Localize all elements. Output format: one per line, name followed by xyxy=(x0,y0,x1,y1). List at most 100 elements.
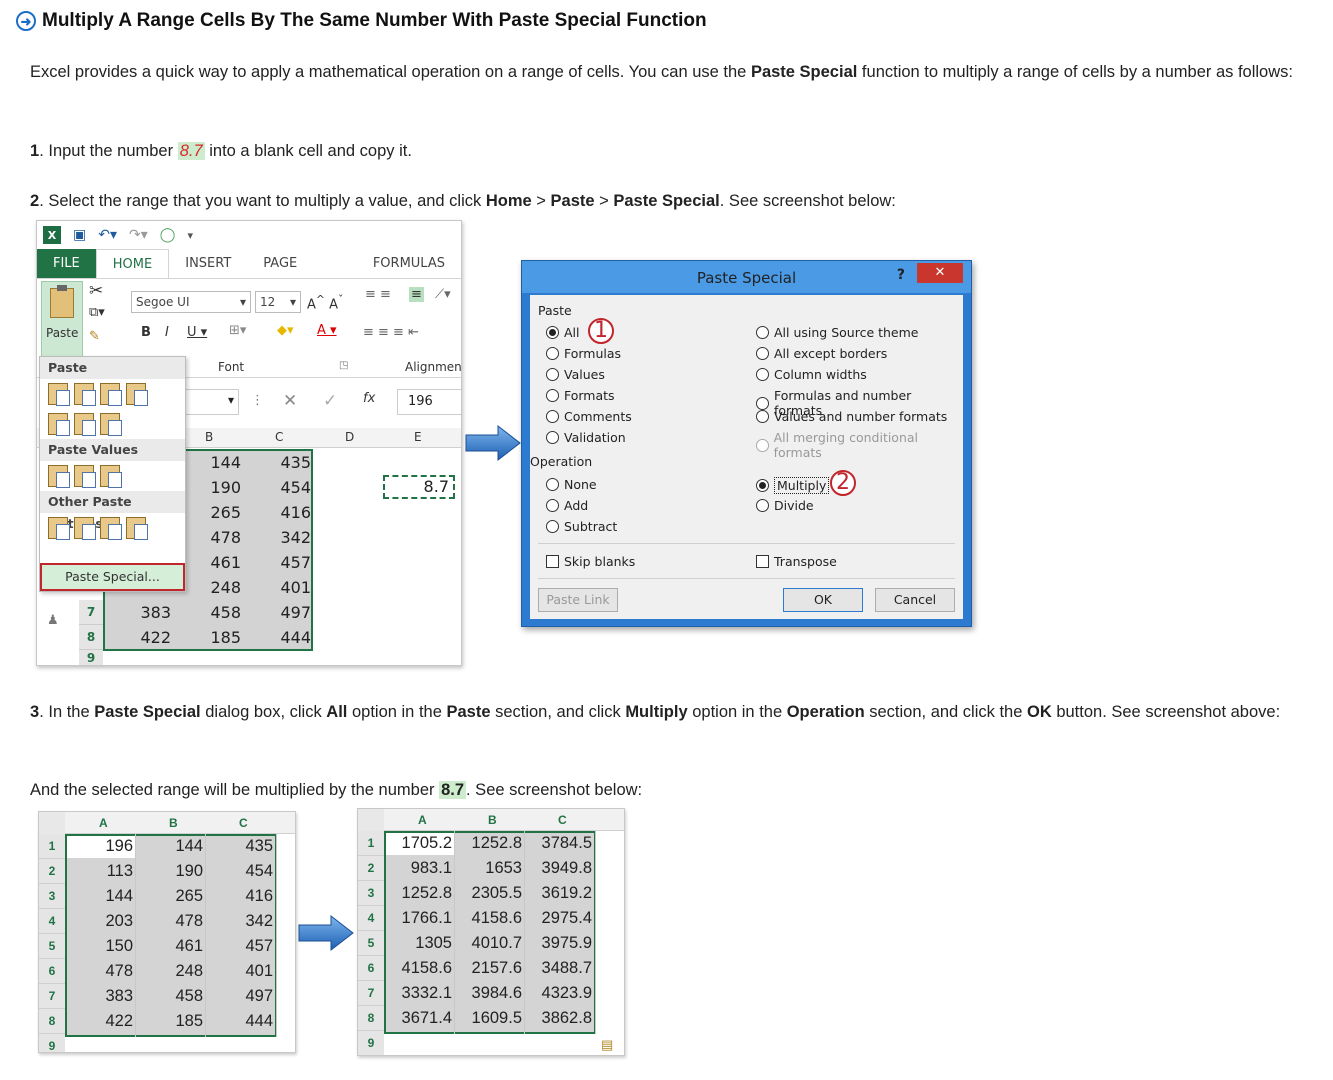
paste-link-icon[interactable] xyxy=(74,517,96,540)
close-button[interactable]: ✕ xyxy=(917,263,963,283)
tab-file[interactable]: FILE xyxy=(37,249,96,279)
cut-icon[interactable]: ✂ xyxy=(89,281,103,301)
cell[interactable]: 2305.5 xyxy=(458,884,522,903)
cell[interactable]: 3488.7 xyxy=(528,959,592,978)
cell[interactable]: 2975.4 xyxy=(528,909,592,928)
cell[interactable]: 401 xyxy=(209,962,273,981)
radio-values[interactable]: Values xyxy=(546,367,605,382)
formula-input[interactable]: 196 xyxy=(397,389,461,415)
cell[interactable]: 3862.8 xyxy=(528,1009,592,1028)
picture-icon[interactable] xyxy=(100,517,122,540)
font-name-box[interactable]: Segoe UI ▾ xyxy=(131,291,251,313)
fill-color-icon[interactable]: ◆▾ xyxy=(277,323,294,338)
cell[interactable]: 1609.5 xyxy=(458,1009,522,1028)
redo-icon[interactable]: ↷▾ xyxy=(129,227,148,243)
radio-divide[interactable]: Divide xyxy=(756,498,814,513)
cell[interactable]: 3332.1 xyxy=(388,984,452,1003)
enter-icon[interactable]: ✓ xyxy=(323,391,337,411)
cell[interactable]: 3671.4 xyxy=(388,1009,452,1028)
cell[interactable]: 458 xyxy=(139,987,203,1006)
transpose-checkbox[interactable]: Transpose xyxy=(756,554,837,569)
customize-icon[interactable]: ▾ xyxy=(187,229,193,242)
values-icon[interactable] xyxy=(48,465,70,488)
paste-options-icon[interactable]: ▤ xyxy=(601,1037,613,1053)
undo-icon[interactable]: ↶▾ xyxy=(98,227,117,243)
radio-multiply[interactable]: Multiply xyxy=(756,477,830,494)
paste-special-menu-item[interactable]: Paste Special... xyxy=(40,563,185,591)
values-number-icon[interactable] xyxy=(74,465,96,488)
radio-formulas[interactable]: Formulas xyxy=(546,346,621,361)
cell[interactable]: 144 xyxy=(69,887,133,906)
cell[interactable]: 461 xyxy=(139,937,203,956)
paste-formulas-number-icon[interactable] xyxy=(100,383,122,406)
cell[interactable]: 1252.8 xyxy=(458,834,522,853)
select-all-corner[interactable] xyxy=(39,812,65,834)
cell[interactable]: 1252.8 xyxy=(388,884,452,903)
row-number[interactable]: 8 xyxy=(79,625,103,650)
borders-icon[interactable]: ⊞▾ xyxy=(229,323,246,338)
font-color-icon[interactable]: A ▾ xyxy=(317,323,337,338)
linked-picture-icon[interactable] xyxy=(126,517,148,540)
tab-formulas[interactable]: FORMULAS xyxy=(357,249,461,279)
radio-all[interactable]: All xyxy=(546,325,580,340)
cell[interactable]: 416 xyxy=(209,887,273,906)
cell[interactable]: 248 xyxy=(139,962,203,981)
align-middle-icon[interactable]: ≡ xyxy=(409,287,424,302)
orientation-icon[interactable]: ⟋▾ xyxy=(435,287,451,302)
cell[interactable]: 3975.9 xyxy=(528,934,592,953)
find-icon[interactable]: ♟ xyxy=(47,613,59,628)
fx-icon[interactable]: fx xyxy=(363,391,375,406)
cell[interactable]: 454 xyxy=(209,862,273,881)
select-all-corner[interactable] xyxy=(358,809,384,831)
save-icon[interactable]: ▣ xyxy=(73,227,86,243)
cell[interactable]: 4323.9 xyxy=(528,984,592,1003)
cell[interactable]: 478 xyxy=(69,962,133,981)
paste-icon[interactable] xyxy=(48,383,70,406)
radio-none[interactable]: None xyxy=(546,477,597,492)
align-left-icon[interactable]: ≡ ≡ ≡ ⇤ xyxy=(363,325,419,340)
cell[interactable]: 4158.6 xyxy=(458,909,522,928)
italic-icon[interactable]: I xyxy=(165,325,169,340)
keep-source-formatting-icon[interactable] xyxy=(126,383,148,406)
transpose-icon[interactable] xyxy=(100,413,122,436)
cell[interactable]: 4158.6 xyxy=(388,959,452,978)
font-size-box[interactable]: 12 ▾ xyxy=(255,291,301,313)
cancel-icon[interactable]: ✕ xyxy=(283,391,297,411)
cell[interactable]: 4010.7 xyxy=(458,934,522,953)
no-borders-icon[interactable] xyxy=(48,413,70,436)
cell[interactable]: 342 xyxy=(209,912,273,931)
cell[interactable]: 190 xyxy=(139,862,203,881)
cell[interactable]: 383 xyxy=(69,987,133,1006)
cell[interactable]: 3619.2 xyxy=(528,884,592,903)
ok-button[interactable]: OK xyxy=(783,588,863,612)
keep-column-widths-icon[interactable] xyxy=(74,413,96,436)
underline-icon[interactable]: U ▾ xyxy=(187,325,207,340)
cell[interactable]: 3949.8 xyxy=(528,859,592,878)
paste-formulas-icon[interactable] xyxy=(74,383,96,406)
cell[interactable]: 3784.5 xyxy=(528,834,592,853)
radio-subtract[interactable]: Subtract xyxy=(546,519,617,534)
cell[interactable]: 983.1 xyxy=(388,859,452,878)
cell[interactable]: 1766.1 xyxy=(388,909,452,928)
font-dialog-launcher-icon[interactable]: ◳ xyxy=(339,360,348,371)
cell[interactable]: 265 xyxy=(139,887,203,906)
row-number[interactable]: 9 xyxy=(358,1031,384,1055)
radio-all-using-source-theme[interactable]: All using Source theme xyxy=(756,325,919,340)
name-box-dropdown[interactable]: ▾ xyxy=(181,389,239,415)
paste-link-button[interactable]: Paste Link xyxy=(538,588,618,612)
row-number[interactable]: 9 xyxy=(79,650,103,665)
skip-blanks-checkbox[interactable]: Skip blanks xyxy=(546,554,635,569)
radio-validation[interactable]: Validation xyxy=(546,430,626,445)
circle-icon[interactable]: ◯ xyxy=(160,227,176,243)
copy-icon[interactable]: ⧉▾ xyxy=(89,305,105,320)
help-icon[interactable]: ? xyxy=(897,267,905,283)
row-number[interactable]: 7 xyxy=(79,600,103,625)
radio-add[interactable]: Add xyxy=(546,498,588,513)
cell[interactable]: 203 xyxy=(69,912,133,931)
align-top-icon[interactable]: ≡ ≡ xyxy=(365,287,391,302)
cell[interactable]: 185 xyxy=(139,1012,203,1031)
formatting-icon[interactable] xyxy=(48,517,70,540)
cell[interactable]: 1705.2 xyxy=(388,834,452,853)
cell[interactable]: 457 xyxy=(209,937,273,956)
bold-icon[interactable]: B xyxy=(141,325,151,340)
